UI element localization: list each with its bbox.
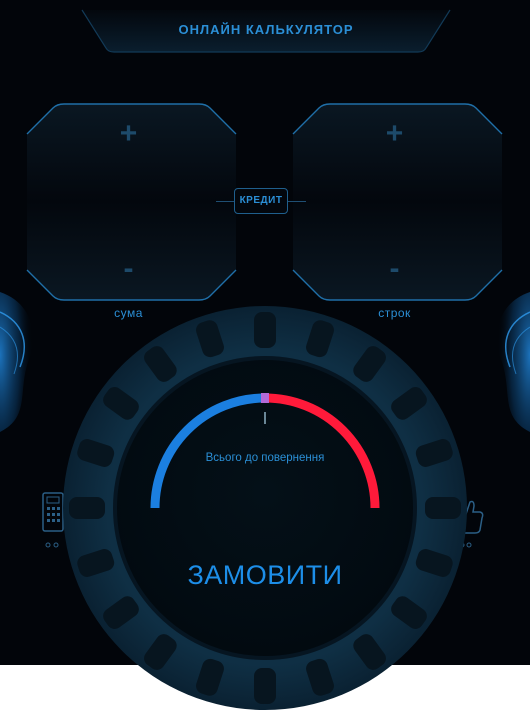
- page-title: ОНЛАЙН КАЛЬКУЛЯТОР: [178, 22, 354, 37]
- gauge-marker: [261, 393, 269, 403]
- total-repayment-label: Всього до повернення: [205, 452, 325, 464]
- gear-tooth: [254, 668, 276, 704]
- gear-tooth: [254, 312, 276, 348]
- amount-minus-button[interactable]: -: [24, 254, 233, 284]
- term-plus-button[interactable]: +: [290, 119, 499, 149]
- order-button[interactable]: ЗАМОВИТИ: [160, 553, 370, 597]
- term-minus-button[interactable]: -: [290, 254, 499, 284]
- credit-connector-right: [288, 201, 306, 202]
- header-tab: ОНЛАЙН КАЛЬКУЛЯТОР: [80, 8, 452, 54]
- gear-dial-graphic: [63, 306, 467, 710]
- credit-connector-left: [216, 201, 234, 202]
- credit-button[interactable]: КРЕДИТ: [234, 188, 288, 214]
- gear-tooth: [425, 497, 461, 519]
- amount-plus-button[interactable]: +: [24, 119, 233, 149]
- gear-tooth: [69, 497, 105, 519]
- gear-dial: [40, 306, 500, 710]
